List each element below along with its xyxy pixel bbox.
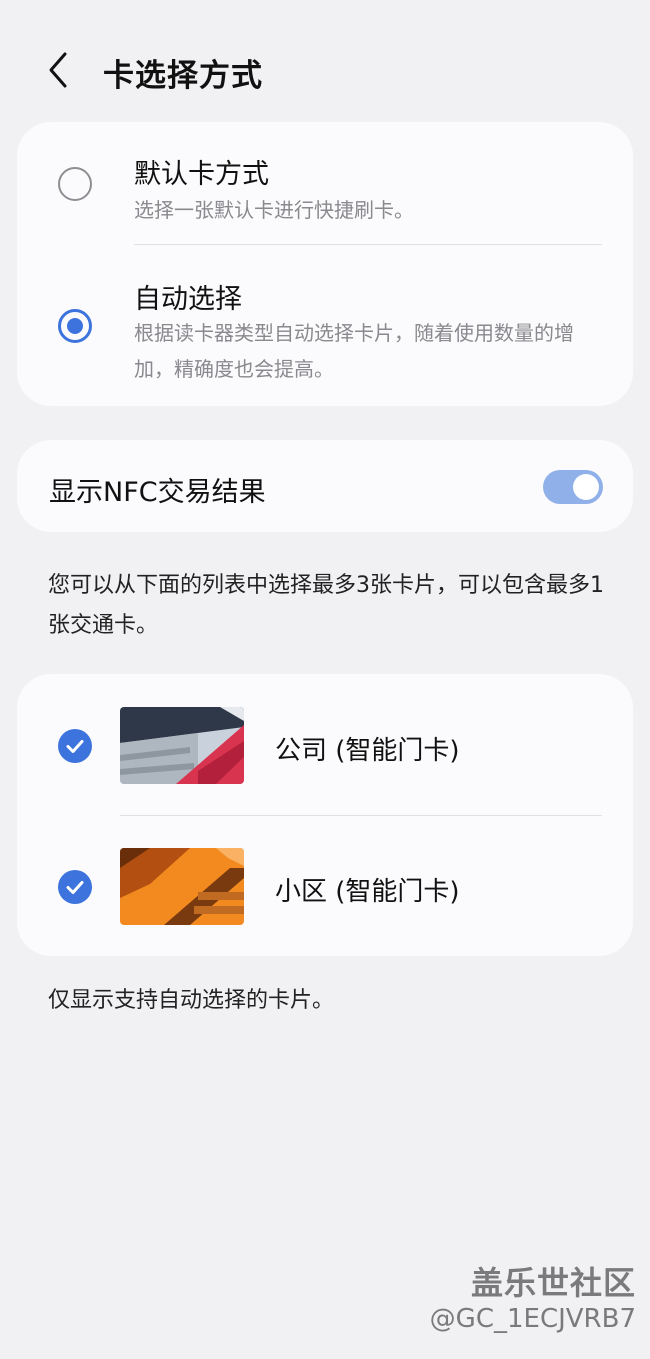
option-description: 根据读卡器类型自动选择卡片，随着使用数量的增加，精确度也会提高。 bbox=[134, 321, 574, 381]
nfc-result-row[interactable]: 显示NFC交易结果 bbox=[17, 440, 633, 532]
watermark-title: 盖乐世社区 bbox=[470, 1264, 636, 1302]
watermark-user: @GC_1ECJVRB7 bbox=[429, 1304, 636, 1334]
radio-auto-select[interactable] bbox=[58, 309, 92, 343]
checkbox-company[interactable] bbox=[58, 729, 92, 763]
page-title: 卡选择方式 bbox=[103, 58, 263, 94]
option-description: 选择一张默认卡进行快捷刷卡。 bbox=[134, 198, 414, 222]
check-icon bbox=[66, 740, 84, 753]
checkbox-community[interactable] bbox=[58, 870, 92, 904]
card-thumbnail-community bbox=[120, 848, 244, 925]
settings-page: 卡选择方式 默认卡方式 选择一张默认卡进行快捷刷卡。 自动选择 根据读卡器类型自… bbox=[0, 0, 650, 1359]
card-thumbnail-company bbox=[120, 707, 244, 784]
header: 卡选择方式 bbox=[0, 40, 650, 100]
back-button[interactable] bbox=[40, 48, 80, 92]
chevron-left-icon bbox=[49, 52, 67, 88]
option-title: 自动选择 bbox=[134, 284, 242, 315]
nfc-result-label: 显示NFC交易结果 bbox=[49, 477, 266, 508]
card-name: 小区 (智能门卡) bbox=[275, 877, 460, 907]
divider bbox=[134, 244, 602, 245]
card-list: 公司 (智能门卡) 小区 (智能门卡) bbox=[17, 674, 633, 956]
toggle-knob bbox=[573, 474, 599, 500]
radio-default-card[interactable] bbox=[58, 167, 92, 201]
footer-note: 仅显示支持自动选择的卡片。 bbox=[48, 988, 335, 1013]
check-icon bbox=[66, 881, 84, 894]
nfc-result-toggle[interactable] bbox=[543, 470, 603, 504]
option-title: 默认卡方式 bbox=[134, 159, 269, 190]
selection-mode-card: 默认卡方式 选择一张默认卡进行快捷刷卡。 自动选择 根据读卡器类型自动选择卡片，… bbox=[17, 122, 633, 406]
divider bbox=[120, 815, 602, 816]
info-text: 您可以从下面的列表中选择最多3张卡片，可以包含最多1张交通卡。 bbox=[48, 573, 604, 638]
card-name: 公司 (智能门卡) bbox=[275, 736, 460, 766]
